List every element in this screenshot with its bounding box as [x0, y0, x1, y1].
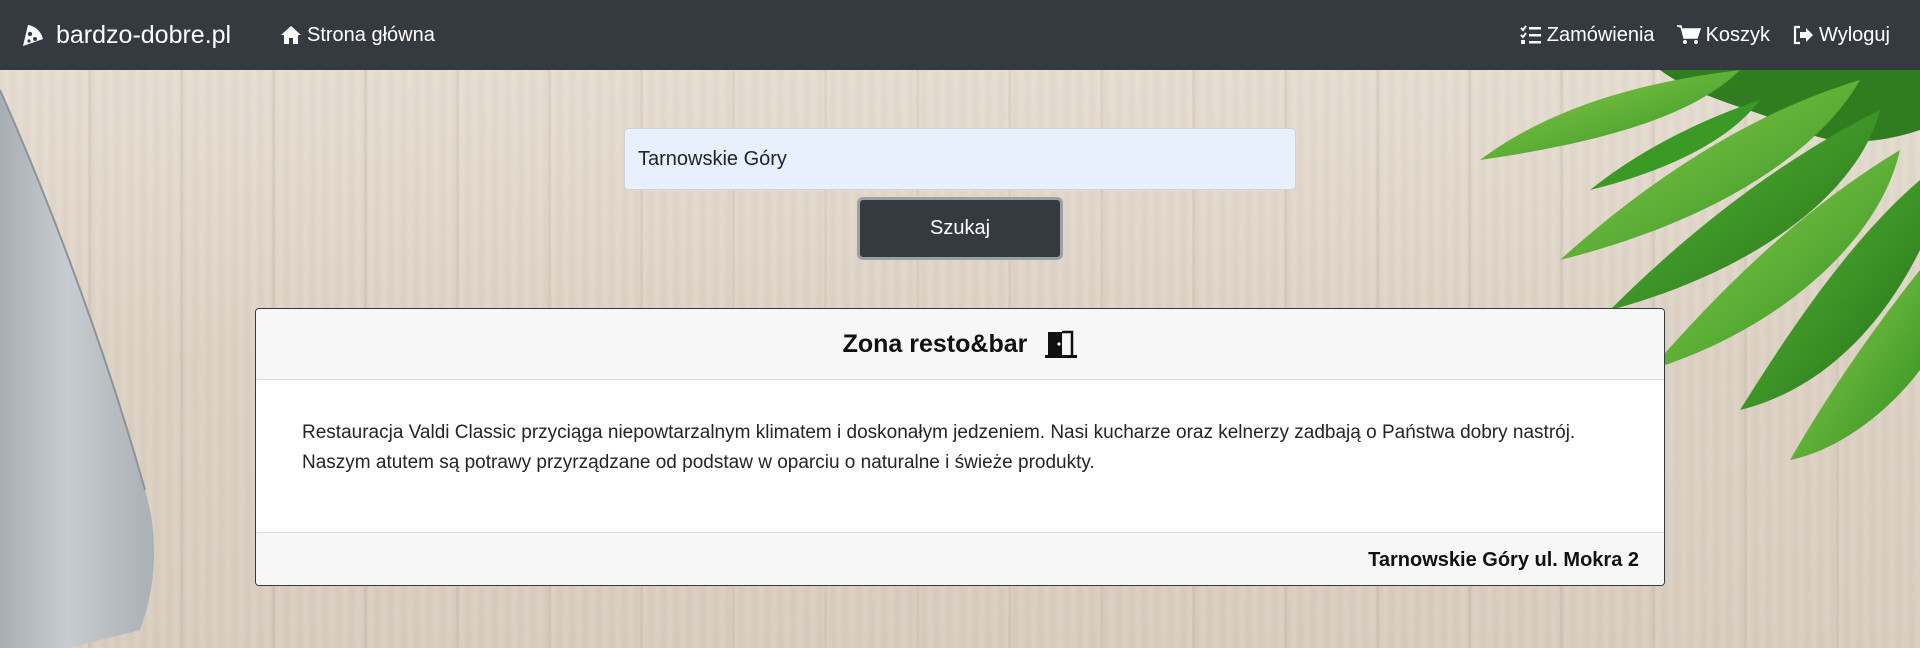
restaurant-description: Restauracja Valdi Classic przyciąga niep…: [302, 422, 1576, 473]
sign-out-icon: [1792, 25, 1814, 45]
nav-cart[interactable]: Koszyk: [1676, 23, 1771, 47]
restaurant-card[interactable]: Zona resto&bar Restauracja Valdi Classic…: [255, 308, 1665, 586]
nav-orders[interactable]: Zamówienia: [1520, 24, 1655, 47]
nav-logout[interactable]: Wyloguj: [1792, 24, 1890, 47]
knife-decoration: [0, 89, 155, 648]
list-check-icon: [1520, 25, 1542, 45]
nav-home-label: Strona główna: [307, 23, 435, 46]
nav-orders-label: Zamówienia: [1546, 23, 1655, 46]
home-icon: [280, 25, 302, 45]
brand-name: bardzo-dobre.pl: [56, 20, 232, 49]
search-input[interactable]: [624, 128, 1296, 190]
shopping-cart-icon: [1676, 25, 1701, 45]
door-open-icon: [1045, 330, 1078, 358]
nav-cart-label: Koszyk: [1705, 23, 1771, 46]
search-button[interactable]: Szukaj: [857, 197, 1063, 260]
restaurant-card-header: Zona resto&bar: [256, 309, 1664, 380]
pizza-slice-icon: [20, 22, 46, 48]
nav-home[interactable]: Strona główna: [280, 24, 435, 47]
top-navbar: bardzo-dobre.pl Strona główna Zamówienia…: [0, 0, 1920, 70]
restaurant-address: Tarnowskie Góry ul. Mokra 2: [1368, 548, 1639, 571]
restaurant-card-footer: Tarnowskie Góry ul. Mokra 2: [256, 532, 1664, 585]
brand-link[interactable]: bardzo-dobre.pl: [20, 0, 231, 70]
restaurant-name: Zona resto&bar: [842, 329, 1028, 358]
nav-logout-label: Wyloguj: [1819, 23, 1890, 46]
